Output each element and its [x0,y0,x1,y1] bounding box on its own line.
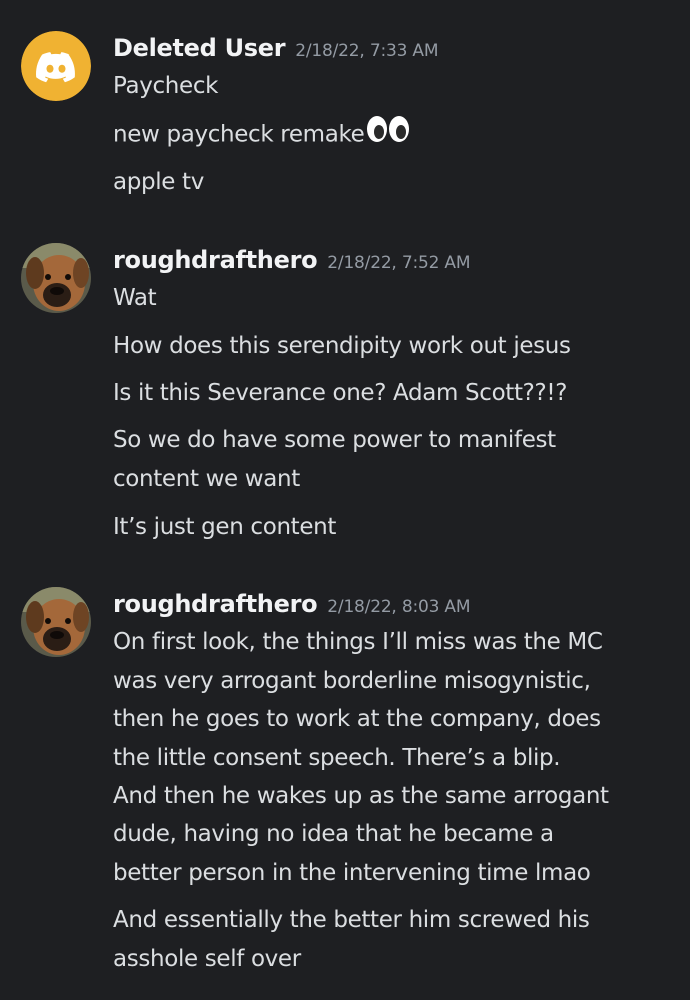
message-header: roughdrafthero 2/18/22, 8:03 AM [113,587,471,621]
message-text: new paycheck remake [113,121,365,148]
username[interactable]: roughdrafthero [113,590,318,618]
dog-avatar-icon [21,587,91,657]
username[interactable]: Deleted User [113,34,286,62]
message-line: And essentially the better him screwed h… [113,907,590,933]
message-header: Deleted User 2/18/22, 7:33 AM [113,31,439,65]
message-line: It’s just gen content [113,514,337,540]
message-line: apple tv [113,169,204,195]
avatar[interactable] [21,243,91,313]
message-header: roughdrafthero 2/18/22, 7:52 AM [113,243,471,277]
message-line: On first look, the things I’ll miss was … [113,629,603,655]
timestamp: 2/18/22, 7:33 AM [295,41,439,61]
username[interactable]: roughdrafthero [113,246,318,274]
message-line: How does this serendipity work out jesus [113,333,571,359]
discord-logo-icon [21,31,91,101]
timestamp: 2/18/22, 7:52 AM [327,253,471,273]
message-line: better person in the intervening time lm… [113,860,591,886]
message-line: content we want [113,466,300,492]
message-line: asshole self over [113,946,301,972]
chat-log: Deleted User 2/18/22, 7:33 AM Paycheck ne… [0,0,690,1000]
message-line: new paycheck remake [113,115,678,155]
message-line: was very arrogant borderline misogynisti… [113,668,591,694]
message-line: And then he wakes up as the same arrogan… [113,783,609,809]
avatar[interactable] [21,31,91,101]
timestamp: 2/18/22, 8:03 AM [327,597,471,617]
message-line: So we do have some power to manifest [113,427,556,453]
message-line: then he goes to work at the company, doe… [113,706,601,732]
message-line: the little consent speech. There’s a bli… [113,745,561,771]
message-line: Is it this Severance one? Adam Scott??!? [113,380,568,406]
dog-avatar-icon [21,243,91,313]
message-line: Paycheck [113,73,219,99]
eyes-emoji-icon [366,115,410,155]
message-line: dude, having no idea that he became a [113,821,554,847]
avatar[interactable] [21,587,91,657]
message-line: Wat [113,285,157,311]
